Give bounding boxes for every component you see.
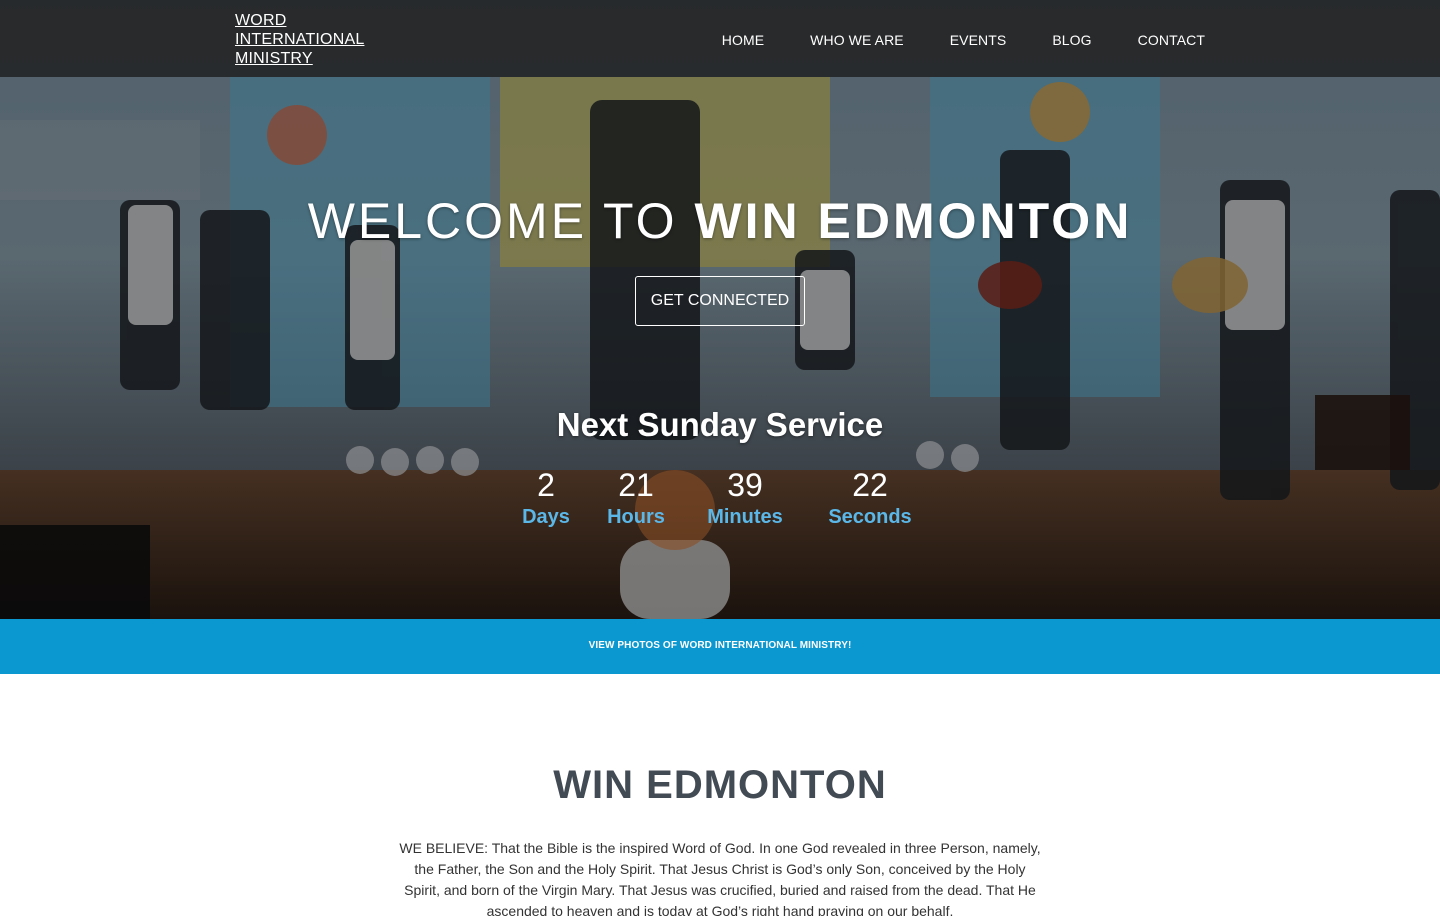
nav-events[interactable]: EVENTS [950, 32, 1007, 48]
hero-section: WELCOME TO WIN EDMONTON GET CONNECTED Ne… [0, 0, 1440, 619]
nav-contact[interactable]: CONTACT [1138, 32, 1205, 48]
hero-title-bold: WIN EDMONTON [694, 193, 1133, 249]
countdown-label: Hours [607, 506, 665, 528]
countdown-label: Seconds [828, 506, 912, 528]
service-title: Next Sunday Service [556, 406, 884, 443]
photos-banner: VIEW PHOTOS OF WORD INTERNATIONAL MINIST… [0, 619, 1440, 674]
countdown: 2 Days 21 Hours 39 Minutes 22 Seconds [0, 466, 1440, 546]
countdown-hours: 21 Hours [576, 466, 696, 529]
nav-blog[interactable]: BLOG [1052, 32, 1091, 48]
get-connected-button[interactable]: GET CONNECTED [635, 276, 805, 326]
hero-content: WELCOME TO WIN EDMONTON GET CONNECTED Ne… [0, 0, 1440, 619]
countdown-value: 39 [727, 467, 763, 503]
hero-title: WELCOME TO WIN EDMONTON [0, 192, 1440, 250]
logo-line-ministry: MINISTRY [235, 50, 313, 67]
top-navbar: WORD INTERNATIONAL MINISTRY HOME WHO WE … [0, 0, 1440, 77]
about-title: WIN EDMONTON [553, 763, 887, 807]
nav-links: HOME WHO WE ARE EVENTS BLOG CONTACT [676, 32, 1205, 48]
hero-title-light: WELCOME TO [307, 193, 678, 249]
nav-who-we-are[interactable]: WHO WE ARE [810, 32, 904, 48]
about-text: WE BELIEVE: That the Bible is the inspir… [399, 840, 1041, 916]
countdown-minutes: 39 Minutes [685, 466, 805, 529]
countdown-seconds: 22 Seconds [810, 466, 930, 529]
nav-home[interactable]: HOME [722, 32, 764, 48]
view-photos-link[interactable]: VIEW PHOTOS OF WORD INTERNATIONAL MINIST… [589, 640, 852, 651]
logo-line-word: WORD [235, 12, 287, 29]
logo-line-international: INTERNATIONAL [235, 31, 365, 48]
countdown-label: Minutes [707, 506, 783, 528]
site-logo[interactable]: WORD INTERNATIONAL MINISTRY [235, 11, 364, 68]
countdown-value: 22 [852, 467, 888, 503]
countdown-value: 21 [618, 467, 654, 503]
